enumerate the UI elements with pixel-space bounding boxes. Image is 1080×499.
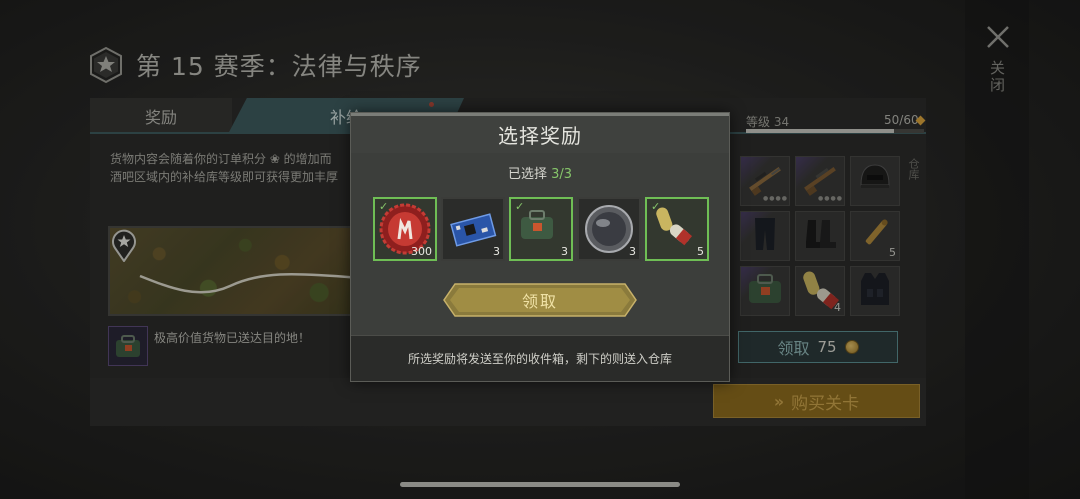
- item-stars: ●●●●: [818, 195, 843, 202]
- reward-option[interactable]: 3: [577, 197, 641, 261]
- boots-icon: [798, 212, 842, 260]
- selected-count: 3/3: [551, 167, 573, 182]
- reward-option[interactable]: ✓ 5: [645, 197, 709, 261]
- supply-slot[interactable]: [740, 266, 790, 316]
- buy-pass-label: 购买关卡: [791, 393, 860, 414]
- modal-footer-text: 所选奖励将发送至你的收件箱，剩下的则送入仓库: [407, 352, 672, 366]
- claim-cost-value: 75: [817, 338, 837, 356]
- supply-slot[interactable]: [740, 211, 790, 261]
- level-label: 等级 34: [746, 115, 790, 129]
- warehouse-side-label: 仓库: [907, 158, 920, 180]
- tactical-vest-icon: [853, 267, 897, 315]
- notification-dot: [429, 102, 434, 107]
- close-icon[interactable]: [985, 24, 1011, 50]
- supply-slot[interactable]: 5: [850, 211, 900, 261]
- modal-body: 已选择 3/3 ✓ 300 3 ✓ 3 3 ✓ 5 领取: [351, 153, 729, 335]
- modal-footer: 所选奖励将发送至你的收件箱，剩下的则送入仓库: [351, 335, 729, 381]
- armor-pants-icon: [743, 212, 787, 260]
- season-header: 第 15 赛季：法律与秩序: [88, 46, 422, 84]
- item-stars: ●●●●: [763, 195, 788, 202]
- reward-option[interactable]: ✓ 300: [373, 197, 437, 261]
- helmet-icon: [853, 157, 897, 205]
- reward-quantity: 300: [411, 245, 432, 258]
- delivered-message: 极高价值货物已送达目的地！: [154, 331, 311, 345]
- checkmark-icon: ✓: [379, 200, 389, 213]
- coin-icon: [844, 340, 859, 354]
- supply-slot[interactable]: [850, 156, 900, 206]
- select-reward-modal: 选择奖励 已选择 3/3 ✓ 300 3 ✓ 3 3 ✓ 5 领取 所选奖励将发送至你的收件箱…: [350, 112, 730, 382]
- close-label[interactable]: 关闭: [987, 60, 1008, 94]
- supply-bag-icon: [108, 326, 148, 366]
- map-pin-icon: [112, 229, 136, 262]
- claim-button-label: 领取: [521, 292, 558, 311]
- reward-quantity: 3: [629, 245, 636, 258]
- buy-pass-button[interactable]: ›› 购买关卡: [713, 384, 920, 418]
- map-route: [139, 272, 356, 294]
- supply-description: 货物内容会随着你的订单积分 ❀ 的增加而 酒吧区域内的补给库等级即可获得更加丰厚: [110, 150, 358, 186]
- reward-quantity: 5: [697, 245, 704, 258]
- claim-cost-label: 领取: [777, 339, 810, 358]
- tab-rewards-label: 奖励: [144, 108, 177, 127]
- claim-cost-button[interactable]: 领取 75: [738, 331, 898, 363]
- supply-slot[interactable]: ●●●●: [740, 156, 790, 206]
- home-indicator[interactable]: [400, 482, 680, 487]
- selected-prefix: 已选择: [507, 167, 552, 182]
- reward-quantity: 3: [561, 245, 568, 258]
- supply-slot[interactable]: ●●●●: [795, 156, 845, 206]
- tab-rewards[interactable]: 奖励: [90, 98, 232, 134]
- delivery-map[interactable]: [108, 226, 358, 316]
- supply-slot[interactable]: [850, 266, 900, 316]
- season-title: 第 15 赛季：法律与秩序: [136, 52, 422, 81]
- reward-quantity: 3: [493, 245, 500, 258]
- item-quantity: 5: [889, 246, 896, 259]
- reward-option[interactable]: ✓ 3: [509, 197, 573, 261]
- double-chevron-right-icon: ››: [773, 391, 784, 411]
- selected-count-line: 已选择 3/3: [351, 163, 729, 182]
- supply-slot[interactable]: [795, 211, 845, 261]
- level-progress-bar: [746, 129, 924, 133]
- claim-button[interactable]: 领取: [443, 283, 637, 317]
- item-quantity: 4: [834, 301, 841, 314]
- reward-option[interactable]: 3: [441, 197, 505, 261]
- modal-title: 选择奖励: [498, 124, 582, 148]
- checkmark-icon: ✓: [515, 200, 525, 213]
- modal-header: 选择奖励: [351, 113, 729, 153]
- level-progress-text: 50/60: [884, 113, 919, 127]
- supply-bag-icon: [741, 265, 789, 317]
- checkmark-icon: ✓: [651, 200, 661, 213]
- supply-description-text: 货物内容会随着你的订单积分 ❀ 的增加而 酒吧区域内的补给库等级即可获得更加丰厚: [110, 152, 339, 184]
- season-badge-icon: [90, 46, 122, 84]
- supply-slot[interactable]: 4: [795, 266, 845, 316]
- level-progress-fill: [746, 129, 894, 133]
